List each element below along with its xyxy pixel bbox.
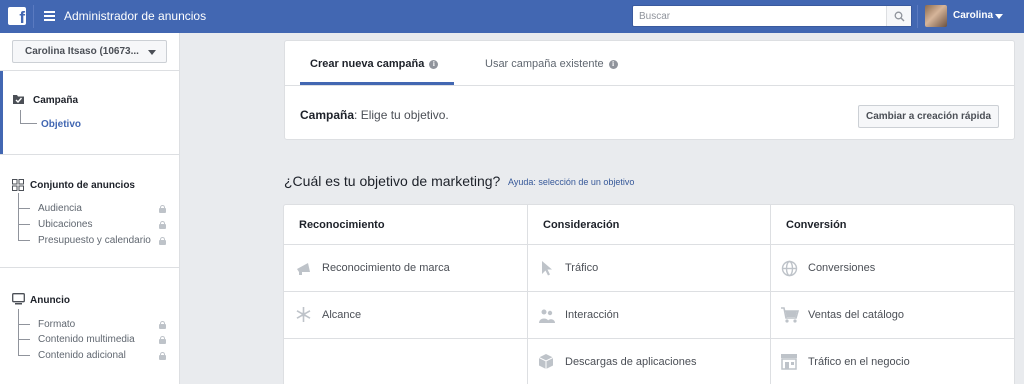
info-icon[interactable]: i (429, 60, 439, 69)
tree-connector (20, 123, 37, 124)
campaign-label: Campaña (300, 108, 355, 122)
grid-icon (12, 179, 24, 191)
user-name[interactable]: Carolina (953, 10, 993, 21)
tree-connector (18, 339, 30, 340)
tree-connector (18, 309, 19, 355)
search-icon (894, 11, 905, 22)
cart-icon (781, 307, 799, 323)
store-icon (781, 354, 797, 370)
cursor-icon (542, 261, 552, 276)
objective-label: Ventas del catálogo (808, 309, 905, 321)
box-icon (538, 354, 554, 369)
chevron-down-icon[interactable] (995, 14, 1003, 19)
tab-label: Usar campaña existente (485, 58, 604, 70)
column-header-consideracion: Consideración (543, 219, 620, 231)
objectives-heading: ¿Cuál es tu objetivo de marketing? (284, 173, 501, 189)
sidebar-item-presupuesto[interactable]: Presupuesto y calendario (38, 235, 151, 246)
divider (0, 267, 180, 268)
divider (33, 5, 34, 28)
campaign-card: Crear nueva campaña i Usar campaña existe… (284, 40, 1015, 140)
tab-label: Crear nueva campaña (310, 58, 425, 70)
section-title-campana[interactable]: Campaña (33, 95, 78, 106)
sidebar-item-formato[interactable]: Formato (38, 319, 75, 330)
search-box (632, 5, 912, 27)
objective-label: Reconocimiento de marca (322, 262, 450, 274)
facebook-logo-icon[interactable]: f (8, 7, 26, 27)
account-name: Carolina Itsaso (10673... (25, 46, 139, 57)
top-bar: f Administrador de anuncios Carolina (0, 0, 1024, 33)
campaign-text: : Elige tu objetivo. (354, 108, 449, 122)
hamburger-menu-icon[interactable] (44, 11, 55, 21)
objective-label: Alcance (322, 309, 362, 321)
divider (527, 205, 528, 384)
tree-connector (18, 193, 19, 240)
lock-icon (159, 352, 166, 360)
monitor-icon (12, 293, 25, 305)
folder-check-icon (13, 95, 24, 104)
quick-create-button[interactable]: Cambiar a creación rápida (858, 105, 999, 128)
snowflake-icon (296, 307, 311, 322)
objective-label: Interacción (565, 309, 619, 321)
tab-crear-nueva-campana[interactable]: Crear nueva campaña i (310, 58, 439, 70)
column-header-conversion: Conversión (786, 219, 847, 231)
globe-icon (781, 260, 798, 277)
tree-connector (18, 324, 30, 325)
search-input[interactable] (633, 6, 887, 26)
lock-icon (159, 237, 166, 245)
sidebar-item-contenido-multimedia[interactable]: Contenido multimedia (38, 334, 135, 345)
objective-label: Tráfico en el negocio (808, 356, 910, 368)
help-link[interactable]: Ayuda: selección de un objetivo (508, 177, 634, 187)
objective-label: Descargas de aplicaciones (565, 356, 697, 368)
sidebar-item-audiencia[interactable]: Audiencia (38, 203, 82, 214)
lock-icon (159, 205, 166, 213)
search-button[interactable] (886, 6, 911, 26)
divider (0, 154, 180, 155)
lock-icon (159, 221, 166, 229)
tree-connector (20, 110, 21, 123)
divider (285, 85, 1014, 86)
campaign-status: Campaña: Elige tu objetivo. (300, 108, 449, 122)
chevron-down-icon (148, 50, 156, 55)
lock-icon (159, 336, 166, 344)
active-indicator (0, 71, 3, 154)
megaphone-icon (297, 263, 310, 275)
objective-label: Tráfico (565, 262, 599, 274)
lock-icon (159, 321, 166, 329)
sidebar-item-objetivo[interactable]: Objetivo (41, 119, 81, 130)
avatar[interactable] (925, 5, 947, 27)
objective-label: Conversiones (808, 262, 876, 274)
column-header-reconocimiento: Reconocimiento (299, 219, 385, 231)
sidebar-item-contenido-adicional[interactable]: Contenido adicional (38, 350, 126, 361)
divider (284, 291, 1014, 292)
sidebar-item-ubicaciones[interactable]: Ubicaciones (38, 219, 92, 230)
account-selector[interactable]: Carolina Itsaso (10673... (12, 40, 167, 63)
divider (770, 205, 771, 384)
tree-connector (18, 355, 30, 356)
divider (917, 5, 918, 28)
people-icon (539, 309, 555, 323)
divider (284, 244, 1014, 245)
section-title-anuncio[interactable]: Anuncio (30, 295, 70, 306)
section-title-conjunto[interactable]: Conjunto de anuncios (30, 180, 135, 191)
info-icon[interactable]: i (608, 60, 618, 69)
tree-connector (18, 224, 30, 225)
divider (284, 338, 1014, 339)
divider (0, 70, 180, 71)
tree-connector (18, 208, 30, 209)
tab-usar-campana-existente[interactable]: Usar campaña existente i (485, 58, 618, 70)
app-title: Administrador de anuncios (64, 9, 207, 23)
tree-connector (18, 240, 30, 241)
objectives-grid: Reconocimiento Consideración Conversión … (283, 204, 1015, 384)
sidebar: Carolina Itsaso (10673... Campaña Objeti… (0, 33, 180, 384)
